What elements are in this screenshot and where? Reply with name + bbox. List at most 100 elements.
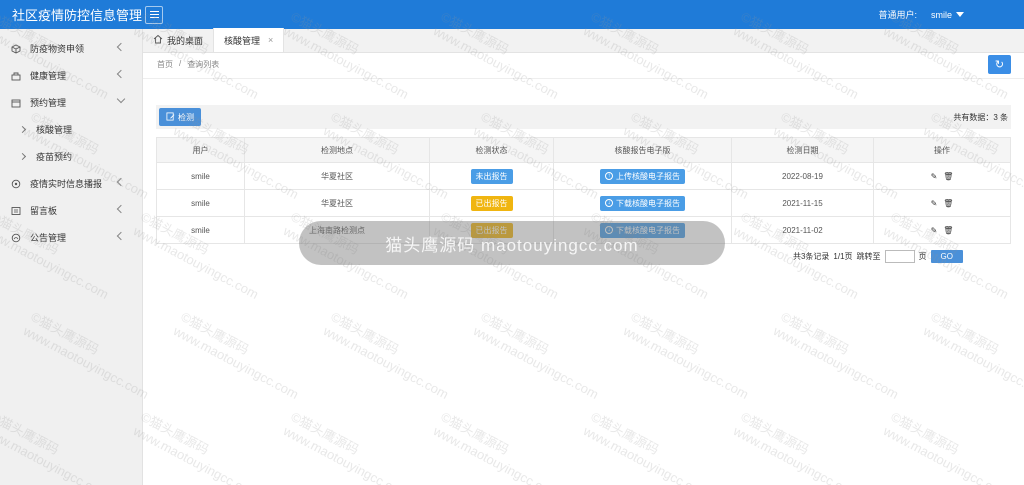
heart-icon [11,71,21,81]
delete-icon[interactable]: 🗑 [943,199,953,208]
edit-icon[interactable]: ✎ [931,172,938,181]
cell-actions: ✎ 🗑 [873,162,1011,190]
report-label: 上传核酸电子报告 [616,171,680,181]
download-icon: ↓ [605,226,613,234]
breadcrumb-home[interactable]: 首页 [157,59,173,70]
download-icon: ↓ [605,199,613,207]
tab-bar: 我的桌面 核酸管理 × [143,28,1024,53]
sidebar-item-notice[interactable]: 公告管理 [0,224,142,251]
refresh-button[interactable]: ↻ [988,55,1011,74]
chevron-left-icon [116,177,126,187]
cell-date: 2021-11-02 [731,216,874,244]
home-icon [153,34,163,46]
sidebar-item-label: 公告管理 [30,233,67,243]
cell-report: ↓ 下载核酸电子报告 [553,216,732,244]
sidebar-item-appointment[interactable]: 预约管理 [0,89,142,116]
status-badge: 已出报告 [470,222,513,238]
detect-label: 检测 [178,112,194,122]
upload-icon: ↑ [605,172,613,180]
table-row: smile 上海南路检测点 已出报告 ↓ 下载核酸电子报告 2021-11-02 … [156,216,1011,244]
sidebar-item-broadcast[interactable]: 疫情实时信息播报 [0,170,142,197]
message-icon [11,206,21,216]
col-header: 操作 [873,137,1011,163]
download-report-button[interactable]: ↓ 下载核酸电子报告 [600,222,685,238]
delete-icon[interactable]: 🗑 [943,226,953,235]
user-role-label: 普通用户: [878,10,917,20]
chevron-left-icon [116,69,126,79]
report-label: 下载核酸电子报告 [616,198,680,208]
col-header: 检测状态 [429,137,554,163]
table-row: smile 华夏社区 已出报告 ↓ 下载核酸电子报告 2021-11-15 ✎ 🗑 [156,189,1011,217]
user-menu[interactable]: smile [931,10,964,20]
caret-down-icon [956,12,964,17]
sidebar-item-message[interactable]: 留言板 [0,197,142,224]
chevron-down-icon [116,94,126,104]
sidebar-item-label: 防疫物资申领 [30,44,85,54]
record-count: 共3条记录 [792,252,830,261]
sidebar-item-supplies[interactable]: 防疫物资申领 [0,35,142,62]
username: smile [930,9,952,20]
sidebar-item-label: 疫情实时信息播报 [30,179,103,189]
cell-report: ↑ 上传核酸电子报告 [553,162,732,190]
tab-nucleic[interactable]: 核酸管理 × [214,28,285,52]
divider [143,78,1024,79]
breadcrumb-current: 查询列表 [187,60,220,69]
page-unit: 页 [918,252,927,261]
cell-actions: ✎ 🗑 [873,216,1011,244]
table-row: smile 华夏社区 未出报告 ↑ 上传核酸电子报告 2022-08-19 ✎ 🗑 [156,162,1011,190]
table-toolbar: 检测 共有数据：3 条 [156,105,1011,129]
col-header: 用户 [156,137,245,163]
download-report-button[interactable]: ↓ 下载核酸电子报告 [600,195,685,211]
col-header: 检测地点 [244,137,430,163]
cell-location: 华夏社区 [244,162,430,190]
cell-location: 华夏社区 [244,189,430,217]
go-button[interactable]: GO [930,250,963,263]
detect-button[interactable]: 检测 [159,108,201,126]
user-area: 普通用户: smile [878,0,964,29]
cell-date: 2021-11-15 [731,189,874,217]
pagination: 共3条记录 1/1页 跳转至 页 GO [793,250,963,263]
sidebar-item-label: 留言板 [30,206,58,216]
cube-icon [11,43,21,54]
col-header: 检测日期 [731,137,874,163]
cell-status: 已出报告 [429,189,554,217]
col-header: 核酸报告电子版 [553,137,732,163]
refresh-icon: ↻ [994,59,1005,71]
jump-label: 跳转至 [856,252,881,261]
top-header: 社区疫情防控信息管理系 普通用户: smile [0,0,1024,29]
tab-desktop[interactable]: 我的桌面 [143,28,215,52]
sidebar-subitem-label: 疫苗预约 [36,152,73,162]
delete-icon[interactable]: 🗑 [943,172,953,181]
report-label: 下载核酸电子报告 [616,225,680,235]
page-count: 1/1页 [833,252,853,261]
chevron-right-icon [18,125,27,134]
edit-icon[interactable]: ✎ [931,226,938,235]
page-jump-input[interactable] [884,250,915,263]
status-badge: 已出报告 [470,195,513,211]
notice-icon [11,233,21,243]
cell-user: smile [156,162,245,190]
calendar-icon [11,98,21,108]
total-count: 共有数据：3 条 [953,113,1008,122]
chevron-left-icon [116,42,126,52]
sidebar-subitem-label: 核酸管理 [36,125,73,135]
tab-label: 我的桌面 [167,35,204,46]
sidebar: 防疫物资申领 健康管理 预约管理 核酸管理 疫苗预约 疫情实时信息播报 留言板 … [0,29,143,485]
tab-label: 核酸管理 [224,35,261,46]
sidebar-item-label: 健康管理 [30,71,67,81]
cell-user: smile [156,189,245,217]
sidebar-subitem-nucleic[interactable]: 核酸管理 [0,116,142,143]
upload-report-button[interactable]: ↑ 上传核酸电子报告 [600,168,685,184]
menu-toggle-icon[interactable] [145,5,163,24]
cell-user: smile [156,216,245,244]
close-icon[interactable]: × [268,35,273,45]
edit-icon[interactable]: ✎ [931,199,938,208]
sidebar-item-health[interactable]: 健康管理 [0,62,142,89]
cell-location: 上海南路检测点 [244,216,430,244]
sidebar-subitem-vaccine[interactable]: 疫苗预约 [0,143,142,170]
cell-actions: ✎ 🗑 [873,189,1011,217]
chevron-right-icon [18,152,27,161]
cell-status: 未出报告 [429,162,554,190]
cell-status: 已出报告 [429,216,554,244]
breadcrumb: 首页 / 查询列表 [157,59,219,70]
